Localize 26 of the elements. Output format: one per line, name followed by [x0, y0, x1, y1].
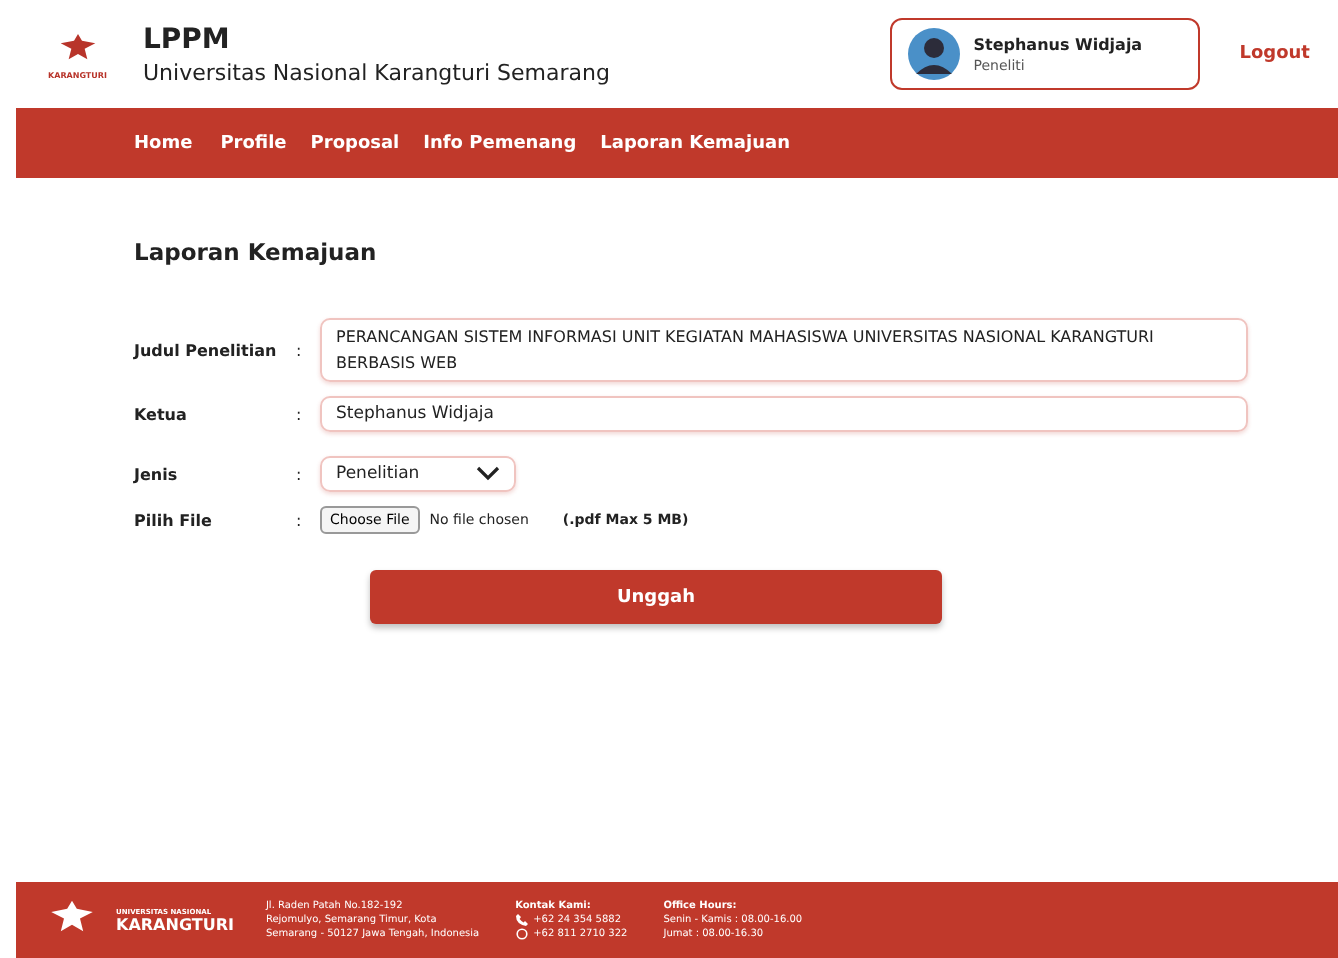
avatar-icon: [907, 28, 960, 80]
colon: :: [296, 465, 304, 483]
colon: :: [296, 341, 304, 359]
colon: :: [296, 405, 304, 423]
nav-link[interactable]: Info Pemenang: [423, 133, 577, 153]
field-label: Judul Penelitian: [134, 341, 279, 359]
name-field[interactable]: Stephanus Widjaja: [320, 396, 1248, 432]
type-dropdown[interactable]: Penelitian: [320, 456, 516, 492]
nav-link[interactable]: Proposal: [310, 133, 400, 153]
field-label: Ketua: [134, 405, 189, 423]
field-label: Jenis: [134, 465, 180, 483]
nav-link[interactable]: Profile: [220, 133, 287, 153]
upload-button[interactable]: Unggah: [370, 570, 942, 624]
user-name: Stephanus Widjaja: [973, 35, 1143, 53]
title-field[interactable]: PERANCANGAN SISTEM INFORMASI UNIT KEGIATAN MAHASISWA UNIVERSITAS NASIONAL KARANGTURI BERBASIS WEB: [320, 318, 1248, 382]
page-title: Laporan Kemajuan: [134, 238, 379, 266]
site-title: LPPM: [142, 23, 232, 55]
field-label: Pilih File: [134, 511, 214, 529]
site-subtitle: Universitas Nasional Karangturi Semarang: [142, 59, 612, 85]
colon: :: [296, 511, 304, 529]
nav-link[interactable]: Laporan Kemajuan: [600, 133, 790, 153]
chevron-down-icon: [476, 466, 500, 482]
nav-link[interactable]: Home: [134, 133, 193, 153]
logout-link[interactable]: Logout: [1239, 44, 1310, 64]
logo-name: KARANGTURI: [116, 915, 234, 933]
phone-icon: [515, 914, 528, 926]
